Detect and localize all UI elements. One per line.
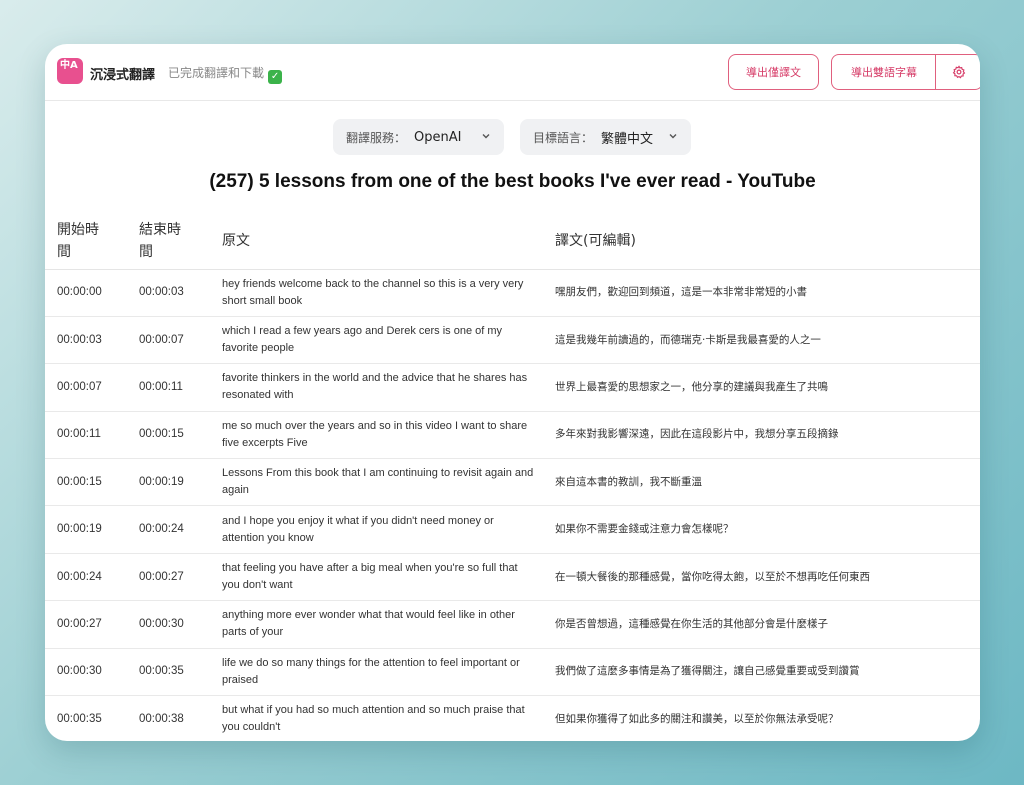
start-time-cell: 00:00:15 xyxy=(45,458,127,507)
end-time-cell: 00:00:30 xyxy=(127,600,209,649)
translation-cell[interactable]: 嘿朋友們，歡迎回到頻道，這是一本非常非常短的小書 xyxy=(542,269,980,317)
source-text-cell: Lessons From this book that I am continu… xyxy=(209,458,542,507)
header-end-time: 結束時間 xyxy=(127,214,209,270)
table-row: 00:00:24 00:00:27 that feeling you have af… xyxy=(45,553,980,602)
translation-cell[interactable]: 這是我幾年前讀過的，而德瑞克·卡斯是我最喜愛的人之一 xyxy=(542,316,980,365)
start-time-cell: 00:00:24 xyxy=(45,553,127,602)
service-label: 翻譯服務： xyxy=(346,130,407,145)
start-time-cell: 00:00:11 xyxy=(45,411,127,460)
end-time-cell: 00:00:15 xyxy=(127,411,209,460)
chevron-down-icon xyxy=(669,134,677,139)
settings-button[interactable] xyxy=(935,54,980,90)
start-time-cell: 00:00:19 xyxy=(45,505,127,554)
table-row: 00:00:27 00:00:30 anything more ever wonde… xyxy=(45,600,980,649)
start-time-cell: 00:00:35 xyxy=(45,695,127,741)
language-value: 繁體中文 xyxy=(601,131,654,147)
source-text-cell: which I read a few years ago and Derek c… xyxy=(209,316,542,365)
table-row: 00:00:00 00:00:03 hey friends welcome back… xyxy=(45,269,980,317)
start-time-cell: 00:00:30 xyxy=(45,648,127,697)
end-time-cell: 00:00:19 xyxy=(127,458,209,507)
end-time-cell: 00:00:38 xyxy=(127,695,209,741)
source-text-cell: and I hope you enjoy it what if you didn… xyxy=(209,505,542,554)
export-bilingual-button[interactable]: 導出雙語字幕 xyxy=(831,54,936,90)
translation-cell[interactable]: 但如果你獲得了如此多的關注和讚美，以至於你無法承受呢？ xyxy=(542,695,980,741)
end-time-cell: 00:00:27 xyxy=(127,553,209,602)
table-row: 00:00:07 00:00:11 favorite thinkers in the… xyxy=(45,363,980,412)
header-start-time-text: 開始時間 xyxy=(57,222,99,261)
translation-cell[interactable]: 世界上最喜愛的思想家之一，他分享的建議與我產生了共鳴 xyxy=(542,363,980,412)
table-row: 00:00:35 00:00:38 but what if you had so m… xyxy=(45,695,980,741)
end-time-cell: 00:00:03 xyxy=(127,269,209,317)
source-text-cell: favorite thinkers in the world and the a… xyxy=(209,363,542,412)
table-row: 00:00:15 00:00:19 Lessons From this book t… xyxy=(45,458,980,507)
end-time-cell: 00:00:07 xyxy=(127,316,209,365)
target-language-select[interactable]: 目標語言： 繁體中文 xyxy=(520,119,691,155)
top-bar: 中A 沉浸式翻譯 已完成翻譯和下載 ✓ 導出僅譯文 導出雙語字幕 xyxy=(45,44,980,101)
source-text-cell: that feeling you have after a big meal w… xyxy=(209,553,542,602)
source-text-cell: me so much over the years and so in this… xyxy=(209,411,542,460)
end-time-cell: 00:00:35 xyxy=(127,648,209,697)
start-time-cell: 00:00:27 xyxy=(45,600,127,649)
translation-service-select[interactable]: 翻譯服務： OpenAI xyxy=(333,119,504,155)
status-label: 已完成翻譯和下載 xyxy=(168,66,265,80)
source-text-cell: anything more ever wonder what that woul… xyxy=(209,600,542,649)
controls-bar: 翻譯服務： OpenAI 目標語言： 繁體中文 xyxy=(45,119,980,155)
export-translation-button[interactable]: 導出僅譯文 xyxy=(728,54,819,90)
source-text-cell: hey friends welcome back to the channel … xyxy=(209,269,542,317)
header-end-time-text: 結束時間 xyxy=(139,222,181,261)
start-time-cell: 00:00:00 xyxy=(45,269,127,317)
source-text-cell: life we do so many things for the attent… xyxy=(209,648,542,697)
end-time-cell: 00:00:24 xyxy=(127,505,209,554)
language-label: 目標語言： xyxy=(533,130,594,145)
app-window: 中A 沉浸式翻譯 已完成翻譯和下載 ✓ 導出僅譯文 導出雙語字幕 翻譯服務： Op… xyxy=(45,44,980,741)
translation-cell[interactable]: 你是否曾想過，這種感覺在你生活的其他部分會是什麼樣子 xyxy=(542,600,980,649)
start-time-cell: 00:00:03 xyxy=(45,316,127,365)
table-row: 00:00:19 00:00:24 and I hope you enjoy it … xyxy=(45,505,980,554)
header-start-time: 開始時間 xyxy=(45,214,127,270)
service-value: OpenAI xyxy=(414,129,462,145)
translation-cell[interactable]: 如果你不需要金錢或注意力會怎樣呢？ xyxy=(542,505,980,554)
status-text: 已完成翻譯和下載 ✓ xyxy=(168,64,283,84)
subtitle-table: 開始時間 結束時間 原文 譯文(可編輯) 00:00:00 00:00:03 hey… xyxy=(45,214,980,741)
header-translation: 譯文(可編輯) xyxy=(542,214,980,270)
translation-cell[interactable]: 來自這本書的教訓，我不斷重溫 xyxy=(542,458,980,507)
app-title: 沉浸式翻譯 xyxy=(90,68,156,83)
page-title: (257) 5 lessons from one of the best boo… xyxy=(209,171,816,192)
chevron-down-icon xyxy=(482,134,490,139)
table-row: 00:00:11 00:00:15 me so much over the year… xyxy=(45,411,980,460)
translation-cell[interactable]: 多年來對我影響深遠，因此在這段影片中，我想分享五段摘錄 xyxy=(542,411,980,460)
end-time-cell: 00:00:11 xyxy=(127,363,209,412)
table-row: 00:00:30 00:00:35 life we do so many thing… xyxy=(45,648,980,697)
check-icon: ✓ xyxy=(268,70,283,84)
source-text-cell: but what if you had so much attention an… xyxy=(209,695,542,741)
gear-icon xyxy=(952,65,966,79)
table-row: 00:00:03 00:00:07 which I read a few years… xyxy=(45,316,980,365)
translation-cell[interactable]: 我們做了這麼多事情是為了獲得關注，讓自己感覺重要或受到讚賞 xyxy=(542,648,980,697)
table-header-row: 開始時間 結束時間 原文 譯文(可編輯) xyxy=(45,214,980,270)
app-logo: 中A xyxy=(57,58,83,84)
start-time-cell: 00:00:07 xyxy=(45,363,127,412)
header-source: 原文 xyxy=(209,214,542,270)
translation-cell[interactable]: 在一頓大餐後的那種感覺，當你吃得太飽，以至於不想再吃任何東西 xyxy=(542,553,980,602)
